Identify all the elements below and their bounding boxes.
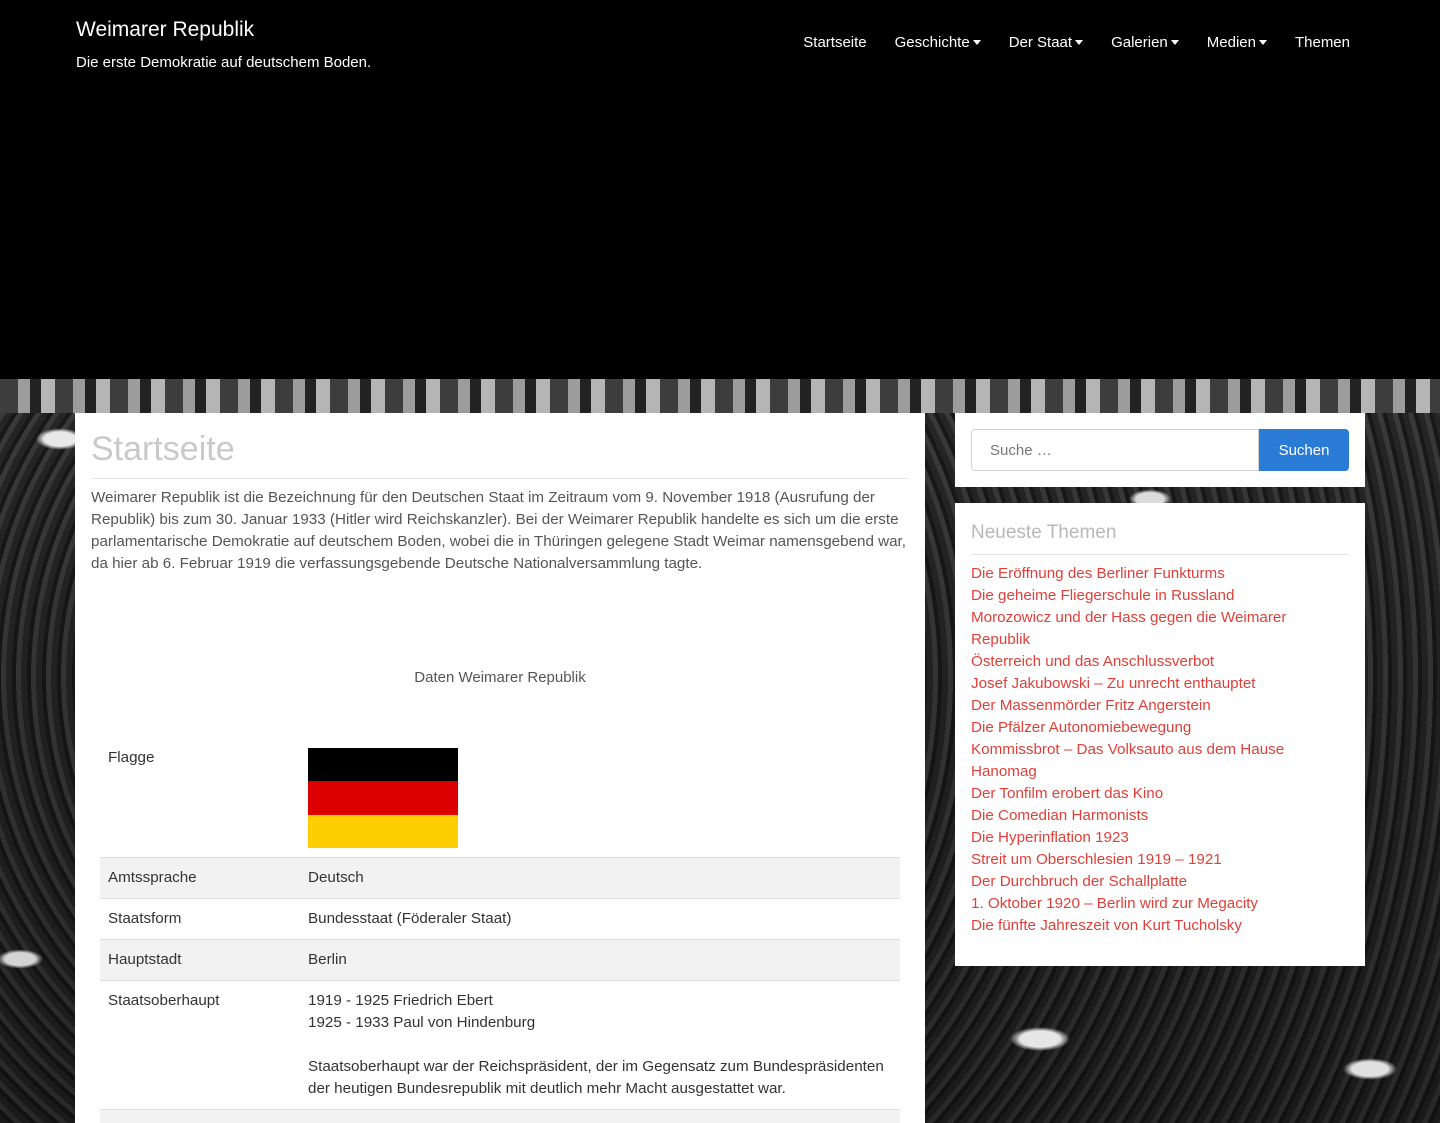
nav-label: Themen (1294, 34, 1350, 51)
main-nav: Startseite Geschichte Der Staat Galerien… (789, 34, 1350, 51)
site-header: Weimarer Republik Die erste Demokratie a… (0, 0, 1440, 379)
value-note: Staatsoberhaupt war der Reichspräsident,… (308, 1058, 884, 1097)
search-button[interactable]: Suchen (1259, 429, 1349, 471)
row-value: 1919 - 1925 Friedrich Ebert 1925 - 1933 … (300, 980, 900, 1110)
site-title-link[interactable]: Weimarer Republik (76, 18, 254, 42)
caret-down-icon (1075, 40, 1084, 45)
table-row: Regierungschef 11.11.1918 - 11.02.1919 F… (100, 1109, 900, 1123)
row-key: Staatsoberhaupt (100, 980, 300, 1110)
recent-topic-link[interactable]: Österreich und das Anschlussverbot (971, 653, 1214, 670)
nav-label: Geschichte (894, 34, 970, 51)
nav-item-medien[interactable]: Medien (1193, 34, 1281, 51)
row-key: Flagge (108, 749, 155, 766)
caret-down-icon (972, 40, 981, 45)
intro-paragraph: Weimarer Republik ist die Bezeichnung fü… (91, 489, 906, 573)
recent-topic-link[interactable]: Der Tonfilm erobert das Kino (971, 785, 1163, 802)
nav-item-startseite[interactable]: Startseite (789, 34, 880, 51)
table-row: Staatsform Bundesstaat (Föderaler Staat) (100, 898, 900, 940)
nav-item-geschichte[interactable]: Geschichte (881, 34, 995, 51)
recent-topic-link[interactable]: Streit um Oberschlesien 1919 – 1921 (971, 851, 1222, 868)
recent-topic-link[interactable]: Josef Jakubowski – Zu unrecht enthauptet (971, 675, 1256, 692)
search-input[interactable] (971, 429, 1259, 471)
recent-topics-widget: Neueste Themen Die Eröffnung des Berline… (955, 503, 1365, 966)
recent-topic-link[interactable]: Morozowicz und der Hass gegen die Weimar… (971, 609, 1286, 648)
recent-topic-link[interactable]: Die Hyperinflation 1923 (971, 829, 1129, 846)
search-widget: Suchen (955, 413, 1365, 487)
nav-label: Der Staat (1008, 34, 1073, 51)
recent-topic-link[interactable]: Die geheime Fliegerschule in Russland (971, 587, 1234, 604)
list-item: Der Durchbruch der Schallplatte (971, 871, 1349, 893)
list-item: Josef Jakubowski – Zu unrecht enthauptet (971, 673, 1349, 695)
page-title: Startseite (91, 430, 909, 480)
table-row: Hauptstadt Berlin (100, 939, 900, 981)
list-item: Die geheime Fliegerschule in Russland (971, 585, 1349, 607)
nav-label: Galerien (1111, 34, 1168, 51)
list-item: Die Eröffnung des Berliner Funkturms (971, 563, 1349, 585)
table-caption: Daten Weimarer Republik (414, 669, 586, 687)
nav-item-der-staat[interactable]: Der Staat (995, 34, 1097, 51)
nav-label: Startseite (803, 34, 867, 51)
list-item: 1. Oktober 1920 – Berlin wird zur Megaci… (971, 893, 1349, 915)
list-item: Die fünfte Jahreszeit von Kurt Tucholsky (971, 915, 1349, 937)
row-key: Amtssprache (100, 857, 300, 899)
recent-topic-link[interactable]: Die Pfälzer Autonomiebewegung (971, 719, 1191, 736)
german-flag-image (308, 748, 458, 848)
caret-down-icon (1170, 40, 1179, 45)
list-item: Der Massenmörder Fritz Angerstein (971, 695, 1349, 717)
list-item: Kommissbrot – Das Volksauto aus dem Haus… (971, 739, 1349, 783)
recent-topic-link[interactable]: 1. Oktober 1920 – Berlin wird zur Megaci… (971, 895, 1258, 912)
list-item: Die Hyperinflation 1923 (971, 827, 1349, 849)
value-line: 1925 - 1933 Paul von Hindenburg (308, 1014, 536, 1031)
table-row: Flagge (100, 738, 900, 858)
row-value: Bundesstaat (Föderaler Staat) (300, 898, 900, 940)
row-value: Deutsch (300, 857, 900, 899)
list-item: Morozowicz und der Hass gegen die Weimar… (971, 607, 1349, 651)
facts-table: Flagge Amtssprache Deutsch Staatsform Bu… (100, 738, 900, 1123)
recent-topic-link[interactable]: Der Durchbruch der Schallplatte (971, 873, 1187, 890)
recent-topic-link[interactable]: Die fünfte Jahreszeit von Kurt Tucholsky (971, 917, 1242, 934)
recent-topic-link[interactable]: Die Eröffnung des Berliner Funkturms (971, 565, 1225, 582)
recent-topic-link[interactable]: Der Massenmörder Fritz Angerstein (971, 697, 1211, 714)
recent-topics-list: Die Eröffnung des Berliner Funkturms Die… (971, 563, 1349, 937)
list-item: Österreich und das Anschlussverbot (971, 651, 1349, 673)
list-item: Die Pfälzer Autonomiebewegung (971, 717, 1349, 739)
row-value: 11.11.1918 - 11.02.1919 Friedrich Ebert … (300, 1109, 900, 1123)
nav-item-galerien[interactable]: Galerien (1097, 34, 1193, 51)
flag-stripe-black (308, 748, 458, 782)
recent-topic-link[interactable]: Die Comedian Harmonists (971, 807, 1148, 824)
table-row: Amtssprache Deutsch (100, 857, 900, 899)
row-key: Staatsform (100, 898, 300, 940)
list-item: Die Comedian Harmonists (971, 805, 1349, 827)
nav-label: Medien (1206, 34, 1256, 51)
row-value (300, 738, 900, 858)
row-key: Regierungschef (100, 1109, 300, 1123)
row-value: Berlin (300, 939, 900, 981)
list-item: Streit um Oberschlesien 1919 – 1921 (971, 849, 1349, 871)
nav-item-themen[interactable]: Themen (1281, 34, 1350, 51)
row-key: Hauptstadt (100, 939, 300, 981)
crowd-background-strip (0, 379, 1440, 413)
value-line: 1919 - 1925 Friedrich Ebert (308, 992, 493, 1009)
flag-stripe-gold (308, 814, 458, 848)
flag-stripe-red (308, 781, 458, 815)
caret-down-icon (1258, 40, 1267, 45)
site-tagline: Die erste Demokratie auf deutschem Boden… (76, 54, 372, 71)
list-item: Der Tonfilm erobert das Kino (971, 783, 1349, 805)
main-content-card: Startseite Weimarer Republik ist die Bez… (75, 413, 925, 1123)
recent-topics-title: Neueste Themen (971, 522, 1349, 555)
recent-topic-link[interactable]: Kommissbrot – Das Volksauto aus dem Haus… (971, 741, 1284, 780)
table-row: Staatsoberhaupt 1919 - 1925 Friedrich Eb… (100, 980, 900, 1110)
